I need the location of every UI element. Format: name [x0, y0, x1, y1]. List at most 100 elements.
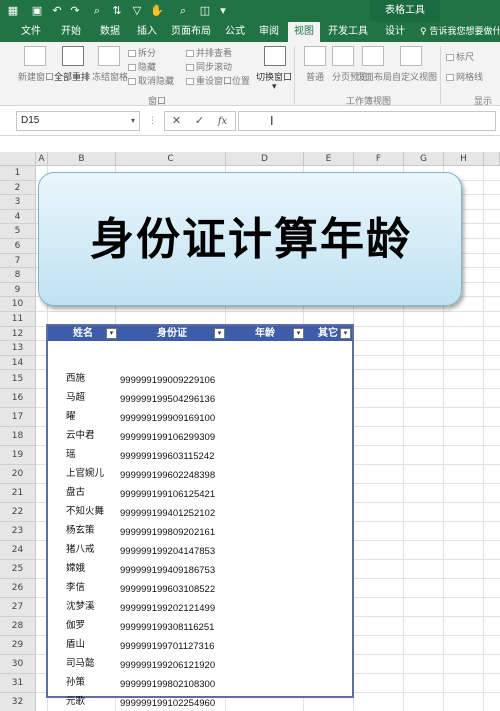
tab-file[interactable]: 文件 [14, 22, 48, 42]
filter-dropdown-icon[interactable]: ▾ [293, 328, 304, 339]
cancel-icon[interactable]: ✕ [165, 112, 188, 130]
table-row[interactable]: 杨玄策 999999199809202161 [48, 522, 352, 541]
table-row[interactable]: 元歌 999999199102254960 [48, 693, 352, 711]
table-row[interactable]: 嫦娥 999999199409186753 [48, 560, 352, 579]
filter-icon[interactable]: ▽ [130, 4, 144, 18]
row-header[interactable]: 11 [0, 312, 36, 327]
row-header[interactable]: 10 [0, 297, 36, 312]
row-header[interactable]: 20 [0, 465, 36, 485]
row-header[interactable]: 31 [0, 674, 36, 694]
row-header[interactable]: 19 [0, 446, 36, 466]
table-row[interactable]: 盘古 999999199106125421 [48, 484, 352, 503]
column-header-next[interactable] [484, 152, 500, 166]
row-header[interactable]: 9 [0, 282, 36, 298]
table-row[interactable]: 司马懿 999999199206121920 [48, 655, 352, 674]
row-header[interactable]: 26 [0, 579, 36, 599]
column-header-b[interactable]: B [48, 152, 116, 166]
table-row[interactable]: 沈梦溪 999999199202121499 [48, 598, 352, 617]
table-row[interactable]: 马超 999999199504296136 [48, 389, 352, 408]
row-header[interactable]: 30 [0, 655, 36, 675]
freeze-panes-button[interactable]: 冻结窗格 [92, 70, 128, 83]
row-header[interactable]: 29 [0, 636, 36, 656]
row-header[interactable]: 14 [0, 355, 36, 371]
row-header[interactable]: 7 [0, 253, 36, 269]
gridlines-checkbox[interactable]: 网格线 [446, 70, 483, 83]
row-header[interactable]: 2 [0, 180, 36, 196]
save-icon[interactable]: ▣ [30, 4, 44, 18]
tell-me-box[interactable]: ♀ 告诉我您想要做什么 [420, 22, 500, 42]
filter-dropdown-icon[interactable]: ▾ [106, 328, 117, 339]
name-box[interactable]: D15 ▾ [16, 111, 140, 131]
title-shape-box[interactable]: 身份证计算年龄 [38, 172, 462, 306]
table-row[interactable]: 西施 999999199009229106 [48, 370, 352, 389]
tab-data[interactable]: 数据 [93, 22, 127, 42]
column-header-f[interactable]: F [354, 152, 404, 166]
row-header[interactable]: 28 [0, 617, 36, 637]
row-header[interactable]: 16 [0, 389, 36, 409]
redo-icon[interactable]: ↷ [68, 4, 82, 18]
column-header-g[interactable]: G [404, 152, 444, 166]
row-header[interactable]: 12 [0, 326, 36, 342]
select-all-corner[interactable] [0, 152, 36, 166]
column-header-h[interactable]: H [444, 152, 484, 166]
row-header[interactable]: 25 [0, 560, 36, 580]
split-button[interactable]: 拆分 [128, 46, 156, 59]
row-header[interactable]: 23 [0, 522, 36, 542]
table-row[interactable]: 上官婉儿 999999199602248398 [48, 465, 352, 484]
format-painter-icon[interactable]: ⌕ [90, 4, 104, 18]
tab-page-layout[interactable]: 页面布局 [166, 22, 216, 42]
chevron-down-icon[interactable]: ▾ [131, 112, 135, 130]
row-header[interactable]: 4 [0, 209, 36, 225]
table-row[interactable]: 不知火舞 999999199401252102 [48, 503, 352, 522]
row-header[interactable]: 32 [0, 693, 36, 711]
row-header[interactable]: 5 [0, 224, 36, 239]
side-by-side-button[interactable]: 并排查看 [186, 46, 232, 59]
reset-position-button[interactable]: 重设窗口位置 [186, 74, 250, 87]
table-row[interactable]: 李信 999999199603108522 [48, 579, 352, 598]
page-layout-view-button[interactable]: 页面布局 [356, 70, 392, 83]
hide-button[interactable]: 隐藏 [128, 60, 156, 73]
row-header[interactable]: 18 [0, 427, 36, 447]
worksheet[interactable]: A B C D E F G H 1 2 3 4 5 6 7 8 9 10 11 12 13 14 15 16 1… [0, 136, 500, 711]
tab-view[interactable]: 视图 [288, 22, 320, 42]
row-header[interactable]: 15 [0, 370, 36, 390]
table-row[interactable]: 曜 999999199909169100 [48, 408, 352, 427]
custom-views-button[interactable]: 自定义视图 [392, 70, 437, 83]
arrange-all-button[interactable]: 全部重排 [54, 70, 90, 83]
column-header-c[interactable]: C [116, 152, 226, 166]
row-header[interactable]: 1 [0, 166, 36, 181]
header-id[interactable]: 身份证 [118, 326, 226, 341]
row-header[interactable]: 24 [0, 541, 36, 561]
filter-dropdown-icon[interactable]: ▾ [340, 328, 351, 339]
row-header[interactable]: 3 [0, 195, 36, 210]
data-table[interactable]: 姓名 ▾ 身份证 ▾ 年龄 ▾ 其它 ▾ 西施 99999919900922910… [46, 324, 354, 709]
filter-dropdown-icon[interactable]: ▾ [214, 328, 225, 339]
undo-icon[interactable]: ↶ [50, 4, 64, 18]
table-row[interactable]: 伽罗 999999199308116251 [48, 617, 352, 636]
tab-design[interactable]: 设计 [378, 22, 412, 42]
table-row[interactable]: 孙策 999999199802108300 [48, 674, 352, 693]
touch-mode-icon[interactable]: ✋ [150, 4, 164, 18]
normal-view-button[interactable]: 普通 [306, 70, 324, 83]
tab-formulas[interactable]: 公式 [218, 22, 252, 42]
column-header-e[interactable]: E [304, 152, 354, 166]
table-row[interactable]: 盾山 999999199701127316 [48, 636, 352, 655]
formula-input[interactable] [238, 111, 496, 131]
table-row[interactable]: 猪八戒 999999199204147853 [48, 541, 352, 560]
enter-icon[interactable]: ✓ [188, 112, 211, 130]
unhide-button[interactable]: 取消隐藏 [128, 74, 174, 87]
row-header[interactable]: 6 [0, 239, 36, 254]
table-row[interactable]: 云中君 999999199106299309 [48, 427, 352, 446]
insert-function-icon[interactable]: fx [211, 113, 234, 131]
view-icon[interactable]: ◫ [198, 4, 212, 18]
column-header-d[interactable]: D [226, 152, 304, 166]
customize-qat-icon[interactable]: ▾ [216, 4, 230, 18]
row-header[interactable]: 8 [0, 268, 36, 283]
new-window-button[interactable]: 新建窗口 [18, 70, 54, 83]
tab-review[interactable]: 审阅 [252, 22, 286, 42]
sync-scroll-button[interactable]: 同步滚动 [186, 60, 232, 73]
row-header[interactable]: 17 [0, 408, 36, 428]
column-header-a[interactable]: A [36, 152, 48, 166]
tab-insert[interactable]: 插入 [130, 22, 164, 42]
row-header[interactable]: 22 [0, 503, 36, 523]
